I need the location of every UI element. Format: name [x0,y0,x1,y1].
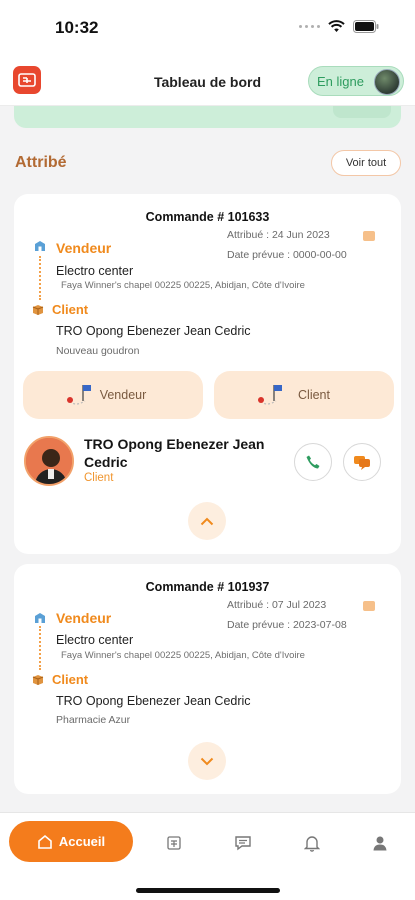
wifi-icon [328,20,345,32]
client-location: Pharmacie Azur [56,714,131,726]
home-icon [38,834,52,849]
store-name: Electro center [56,264,134,278]
call-button[interactable] [294,443,332,481]
vendor-label: Vendeur [56,240,112,256]
app-header: Tableau de bord En ligne [0,56,415,106]
assigned-date: Attribué : 24 Jun 2023 [227,229,330,241]
contact-name: TRO Opong Ebenezer Jean Cedric [84,436,265,470]
contact-role: Client [84,472,114,484]
tab-home[interactable]: Accueil [9,821,133,862]
tab-profile[interactable] [369,832,391,854]
chat-bubble-icon [354,456,370,470]
home-indicator [136,888,280,893]
calendar-icon [363,601,375,611]
battery-icon [353,20,379,33]
chevron-down-icon [200,757,214,765]
chat-icon [235,836,251,851]
tab-orders[interactable] [163,832,185,854]
order-number: Commande # 101633 [145,210,270,224]
phone-icon [306,455,320,469]
user-icon [373,836,387,851]
orders-icon [167,836,181,850]
assigned-date: Attribué : 07 Jul 2023 [227,599,327,611]
planned-date: Date prévue : 2023-07-08 [227,619,347,631]
store-icon [35,241,45,251]
online-status-label: En ligne [317,73,364,89]
tab-messages[interactable] [232,832,254,854]
client-location: Nouveau goudron [56,345,140,357]
order-card[interactable]: Commande # 101937 Vendeur Attribué : 07 … [14,564,401,794]
bell-icon [304,836,320,852]
package-icon [32,305,44,315]
status-bar: 10:32 [0,0,415,56]
tab-notifications[interactable] [301,832,323,854]
status-banner [14,106,401,128]
package-icon [32,675,44,685]
route-to-vendor-button[interactable]: Vendeur [23,371,203,419]
store-name: Electro center [56,633,134,647]
route-connector [39,256,41,300]
order-card[interactable]: Commande # 101633 Vendeur Attribué : 24 … [14,194,401,554]
see-all-button[interactable]: Voir tout [331,150,401,176]
client-label: Client [52,672,89,687]
signal-dots-icon [299,25,320,28]
section-title: Attribé [15,154,67,171]
tab-home-label: Accueil [58,834,106,849]
client-name: TRO Opong Ebenezer Jean Cedric [56,694,251,708]
order-number: Commande # 101937 [145,580,270,594]
message-button[interactable] [343,443,381,481]
bottom-tab-bar: Accueil [0,812,415,900]
calendar-icon [363,231,375,241]
client-name: TRO Opong Ebenezer Jean Cedric [56,324,251,338]
planned-date: Date prévue : 0000-00-00 [227,249,347,261]
route-to-client-label: Client [298,388,330,402]
route-to-client-button[interactable]: Client [214,371,394,419]
vendor-label: Vendeur [56,610,112,626]
expand-button[interactable] [188,742,226,780]
chevron-up-icon [200,517,214,525]
status-time: 10:32 [55,18,99,37]
store-address: Faya Winner's chapel 00225 00225, Abidja… [61,280,305,291]
client-label: Client [52,302,89,317]
store-icon [35,613,45,623]
driver-avatar [374,69,400,95]
online-status-toggle[interactable]: En ligne [308,66,404,96]
client-avatar [24,436,74,486]
status-icons [299,20,379,33]
collapse-button[interactable] [188,502,226,540]
route-connector [39,626,41,670]
store-address: Faya Winner's chapel 00225 00225, Abidja… [61,650,305,661]
route-to-vendor-label: Vendeur [99,388,147,402]
